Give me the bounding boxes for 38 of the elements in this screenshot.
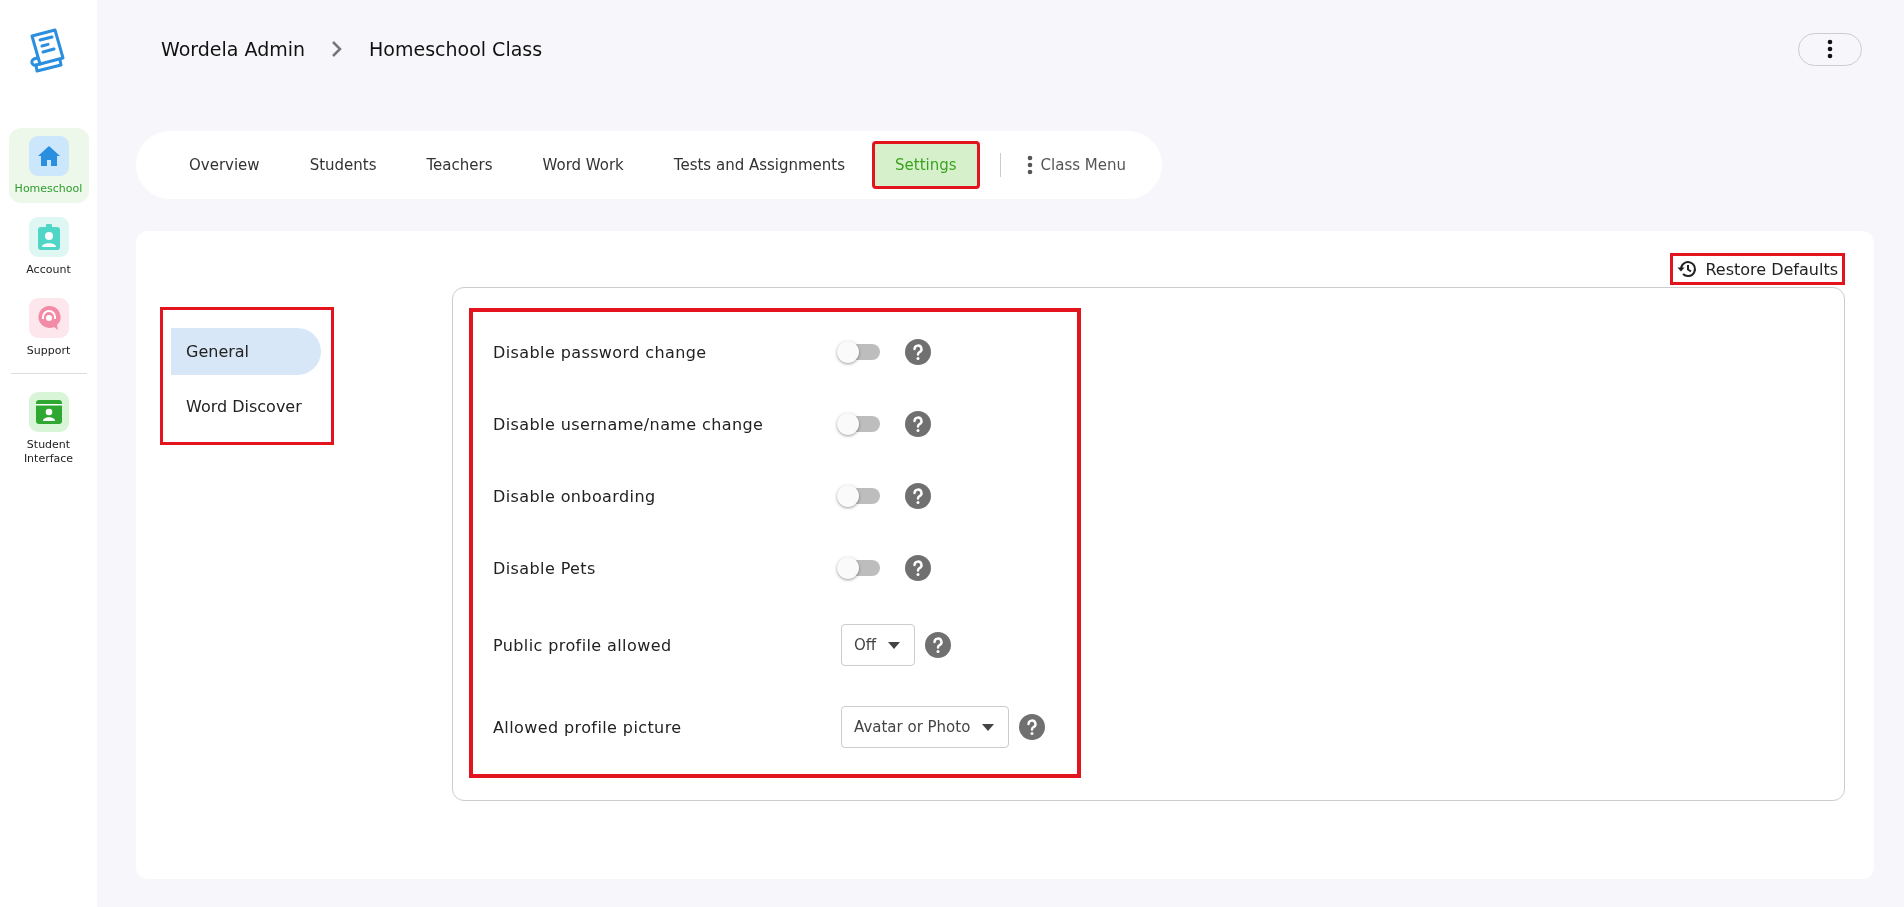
dropdown[interactable]: Off	[841, 624, 916, 666]
tab[interactable]: Overview	[166, 141, 283, 189]
breadcrumb-item[interactable]: Wordela Admin	[161, 38, 306, 60]
chevron-right-icon	[331, 40, 344, 58]
help-icon[interactable]	[905, 339, 931, 365]
sidebar-item[interactable]: Account	[8, 208, 89, 284]
sub-nav-item[interactable]: Word Discover	[171, 383, 321, 430]
sub-nav-item[interactable]: General	[171, 328, 321, 375]
more-icon	[1827, 39, 1833, 59]
more-icon	[1026, 155, 1033, 175]
help-icon[interactable]	[905, 483, 931, 509]
setting-label: Disable password change	[493, 342, 708, 362]
setting-label: Disable onboarding	[493, 486, 657, 506]
browser-user-icon	[35, 399, 62, 424]
dropdown[interactable]: Avatar or Photo	[841, 706, 1010, 748]
caret-icon	[888, 641, 901, 649]
help-icon[interactable]	[925, 632, 952, 658]
tab[interactable]: Teachers	[403, 141, 516, 189]
house-icon	[36, 145, 61, 167]
help-icon[interactable]	[905, 411, 931, 437]
restore-defaults-button[interactable]: Restore Defaults	[1670, 253, 1845, 285]
class-menu-button[interactable]: Class Menu	[1020, 154, 1132, 176]
breadcrumb-item: Homeschool Class	[369, 38, 543, 60]
support-chat-icon	[35, 304, 62, 331]
tab[interactable]: Tests and Assignments	[650, 141, 869, 189]
sidebar-item[interactable]: Support	[8, 289, 89, 365]
setting-label: Disable username/name change	[493, 414, 765, 434]
caret-icon	[982, 723, 995, 731]
help-icon[interactable]	[1019, 714, 1046, 740]
history-icon	[1677, 259, 1698, 279]
tab[interactable]: Word Work	[519, 141, 647, 189]
sidebar-item[interactable]: Student Interface	[8, 383, 89, 474]
setting-label: Disable Pets	[493, 558, 597, 578]
setting-label: Allowed profile picture	[493, 717, 683, 737]
help-icon[interactable]	[905, 555, 931, 581]
tab[interactable]: Students	[286, 141, 400, 189]
setting-label: Public profile allowed	[493, 635, 673, 655]
badge-icon	[37, 223, 60, 250]
